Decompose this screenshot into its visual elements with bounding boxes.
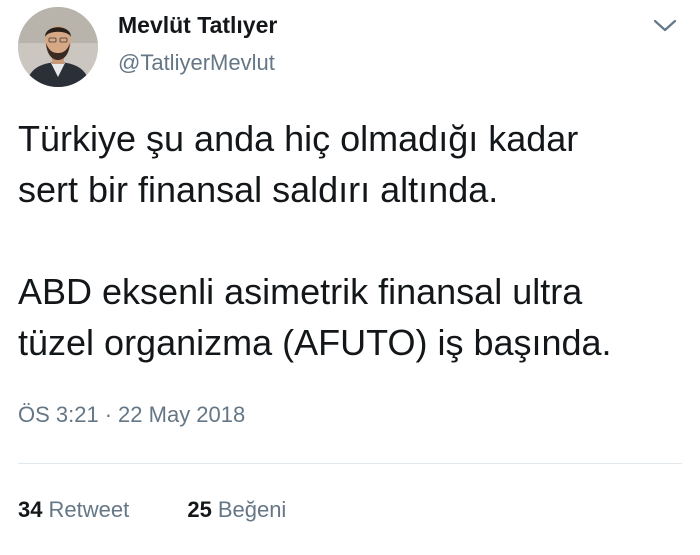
retweet-label: Retweet [48,497,130,522]
like-label: Beğeni [217,497,287,522]
author-handle[interactable]: @TatliyerMevlut [118,50,275,76]
like-count-link[interactable]: 25 Beğeni [187,497,286,523]
chevron-down-icon[interactable] [652,14,678,36]
avatar[interactable] [18,7,98,87]
tweet-text: Türkiye şu anda hiç olmadığı kadar sert … [18,113,688,368]
tweet-date: 22 May 2018 [118,402,246,427]
like-count: 25 [187,497,212,522]
tweet-time: ÖS 3:21 [18,402,99,427]
author-name[interactable]: Mevlüt Tatlıyer [118,12,277,39]
divider [18,463,682,464]
timestamp[interactable]: ÖS 3:21 · 22 May 2018 [18,402,245,428]
retweet-count-link[interactable]: 34 Retweet [18,497,129,523]
tweet-paragraph: ABD eksenli asimetrik finansal ultra tüz… [18,271,612,363]
timestamp-separator: · [104,402,113,427]
tweet-card: Mevlüt Tatlıyer @TatliyerMevlut Türkiye … [0,0,700,555]
tweet-stats: 34 Retweet 25 Beğeni [18,497,338,523]
avatar-portrait [18,7,98,87]
retweet-count: 34 [18,497,43,522]
tweet-paragraph: Türkiye şu anda hiç olmadığı kadar sert … [18,118,579,210]
